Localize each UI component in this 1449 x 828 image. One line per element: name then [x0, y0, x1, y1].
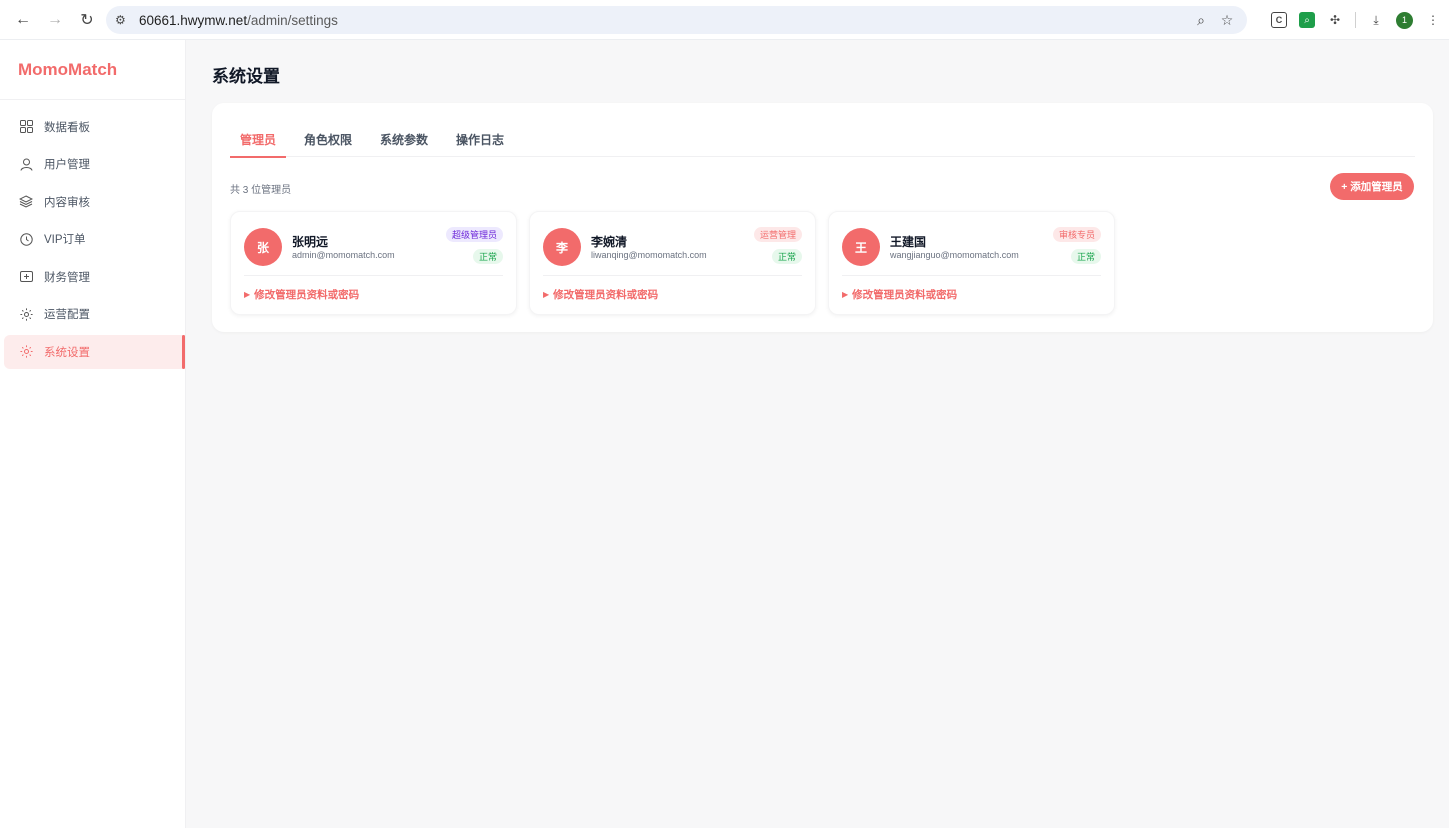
- site-info-icon[interactable]: ⚙: [115, 13, 135, 27]
- forward-icon[interactable]: →: [41, 6, 69, 34]
- sidebar-item-users[interactable]: 用户管理: [0, 147, 185, 181]
- edit-admin-link[interactable]: ▶ 修改管理员资料或密码: [244, 287, 359, 302]
- sidebar-item-label: 内容审核: [44, 196, 90, 209]
- sidebar-item-content-review[interactable]: 内容审核: [0, 185, 185, 219]
- reload-icon[interactable]: ↻: [73, 6, 101, 34]
- sidebar-item-label: 财务管理: [44, 271, 90, 284]
- sidebar-item-dashboard[interactable]: 数据看板: [0, 110, 185, 144]
- brand-logo[interactable]: MomoMatch: [0, 40, 185, 100]
- avatar: 王: [842, 228, 880, 266]
- zoom-icon[interactable]: ⌕: [1193, 12, 1209, 29]
- admin-card-list: 张 张明远 admin@momomatch.com 超级管理员 正常 ▶ 修改管…: [230, 211, 1115, 315]
- role-badge: 运营管理: [753, 227, 802, 242]
- admin-card: 王 王建国 wangjianguo@momomatch.com 审核专员 正常 …: [828, 211, 1115, 315]
- admin-email: liwanqing@momomatch.com: [591, 250, 707, 260]
- sidebar-item-finance[interactable]: 财务管理: [0, 260, 185, 294]
- url-path: /admin/settings: [247, 12, 338, 28]
- status-badge: 正常: [472, 249, 503, 264]
- caret-right-icon: ▶: [244, 290, 251, 299]
- tab-system-params[interactable]: 系统参数: [370, 131, 438, 157]
- sidebar-item-label: 运营配置: [44, 309, 90, 321]
- admin-name: 张明远: [292, 235, 329, 249]
- extensions-puzzle-icon[interactable]: ✣: [1327, 12, 1343, 28]
- main-content: 系统设置 管理员 角色权限 系统参数 操作日志 共 3 位管理员 + 添加管理员…: [186, 40, 1449, 828]
- admin-name: 李婉清: [591, 235, 628, 249]
- url-host: 60661.hwymw.net: [139, 12, 248, 28]
- settings-tabs: 管理员 角色权限 系统参数 操作日志: [230, 131, 1415, 158]
- card-divider: [842, 275, 1101, 276]
- sidebar-item-settings[interactable]: 系统设置: [4, 334, 185, 369]
- browser-toolbar: ← → ↻ ⚙ 60661.hwymw.net/admin/settings ⌕…: [0, 0, 1449, 40]
- caret-right-icon: ▶: [842, 290, 849, 299]
- sidebar-item-label: 数据看板: [44, 121, 90, 134]
- sidebar-item-label: 系统设置: [44, 346, 90, 359]
- card-divider: [543, 275, 802, 276]
- admin-name: 王建国: [890, 235, 927, 249]
- tab-operation-logs[interactable]: 操作日志: [446, 131, 514, 157]
- sun-icon: [18, 306, 34, 322]
- sidebar-item-vip-orders[interactable]: VIP订单: [0, 222, 185, 256]
- add-admin-button[interactable]: + 添加管理员: [1330, 173, 1414, 200]
- avatar: 李: [543, 228, 581, 266]
- extension-c-icon[interactable]: C: [1271, 12, 1287, 28]
- sidebar-item-label: 用户管理: [44, 159, 90, 171]
- edit-admin-label: 修改管理员资料或密码: [254, 289, 360, 301]
- sun-icon: [18, 344, 34, 360]
- admin-card: 李 李婉清 liwanqing@momomatch.com 运营管理 正常 ▶ …: [529, 211, 816, 315]
- admin-count: 共 3 位管理员: [230, 185, 292, 196]
- kebab-menu-icon[interactable]: ⋮: [1425, 12, 1441, 28]
- admin-card: 张 张明远 admin@momomatch.com 超级管理员 正常 ▶ 修改管…: [230, 211, 517, 315]
- tab-role-permissions[interactable]: 角色权限: [294, 131, 362, 157]
- edit-admin-label: 修改管理员资料或密码: [852, 289, 958, 301]
- profile-avatar[interactable]: 1: [1396, 11, 1413, 29]
- layers-icon: [18, 194, 34, 210]
- card-divider: [244, 275, 503, 276]
- url-text[interactable]: 60661.hwymw.net/admin/settings: [139, 13, 338, 28]
- sidebar-menu: 数据看板 用户管理 内容审核 VIP订单 财务管理 运营配置 系统设置: [0, 100, 185, 369]
- sidebar-item-label: VIP订单: [44, 234, 86, 246]
- dashboard-grid-icon: [18, 119, 34, 135]
- settings-panel: 管理员 角色权限 系统参数 操作日志 共 3 位管理员 + 添加管理员 张 张明…: [212, 103, 1433, 332]
- sidebar-item-operations[interactable]: 运营配置: [0, 297, 185, 331]
- page-title: 系统设置: [212, 67, 280, 86]
- role-badge: 超级管理员: [445, 227, 503, 242]
- sidebar: MomoMatch 数据看板 用户管理 内容审核 VIP订单 财务管理 运营配置…: [0, 40, 186, 828]
- edit-admin-label: 修改管理员资料或密码: [553, 289, 659, 301]
- avatar: 张: [244, 228, 282, 266]
- bookmark-star-icon[interactable]: ☆: [1219, 12, 1235, 29]
- tab-admins[interactable]: 管理员: [230, 131, 287, 158]
- user-icon: [18, 156, 34, 172]
- plus-box-icon: [18, 269, 34, 285]
- download-icon[interactable]: ⤓: [1368, 12, 1384, 28]
- role-badge: 审核专员: [1052, 227, 1101, 242]
- admin-email: wangjianguo@momomatch.com: [890, 250, 1019, 260]
- status-badge: 正常: [1070, 249, 1101, 264]
- extension-search-icon[interactable]: ⌕: [1299, 12, 1315, 28]
- address-bar[interactable]: ⚙ 60661.hwymw.net/admin/settings ⌕ ☆: [106, 6, 1247, 34]
- toolbar-divider: [1355, 12, 1356, 28]
- caret-right-icon: ▶: [543, 290, 550, 299]
- edit-admin-link[interactable]: ▶ 修改管理员资料或密码: [842, 287, 957, 302]
- edit-admin-link[interactable]: ▶ 修改管理员资料或密码: [543, 287, 658, 302]
- status-badge: 正常: [771, 249, 802, 264]
- admin-email: admin@momomatch.com: [292, 250, 395, 260]
- clock-icon: [18, 231, 34, 247]
- back-icon[interactable]: ←: [9, 6, 37, 34]
